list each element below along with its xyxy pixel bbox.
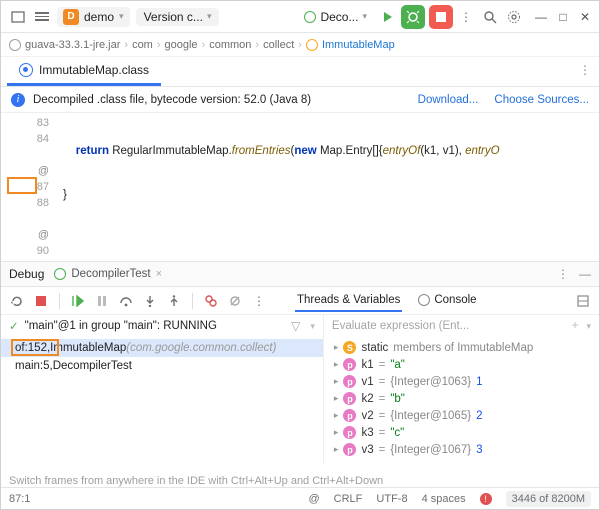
debug-toolwindow-header: Debug DecompilerTest × ⋮ ― (1, 261, 599, 287)
info-icon: i (11, 93, 25, 107)
jar-icon (9, 39, 21, 51)
check-icon: ✓ (9, 319, 19, 333)
more-run-icon[interactable]: ⋮ (457, 8, 475, 26)
banner-text: Decompiled .class file, bytecode version… (33, 94, 311, 106)
close-session-icon[interactable]: × (156, 268, 162, 280)
gutter-highlight (7, 177, 37, 194)
error-badge-icon[interactable]: ! (480, 493, 492, 505)
tab-more-icon[interactable]: ⋮ (579, 63, 591, 77)
choose-sources-link[interactable]: Choose Sources... (494, 94, 589, 106)
maximize-button[interactable]: □ (557, 11, 569, 23)
run-config-icon (304, 11, 316, 23)
encoding-widget[interactable]: UTF-8 (376, 493, 407, 505)
variable-row[interactable]: ▸pv2 = {Integer@1065} 2 (328, 407, 595, 424)
tip-text: Switch frames from anywhere in the IDE w… (9, 475, 383, 487)
annotation-icon (306, 39, 318, 51)
breadcrumb[interactable]: guava-33.3.1-jre.jar› com› google› commo… (1, 33, 599, 57)
vcs-widget[interactable]: Version c... ▾ (136, 8, 220, 26)
variable-row[interactable]: ▸Sstatic members of ImmutableMap (328, 339, 595, 356)
project-letter-icon: D (63, 9, 79, 25)
minimize-button[interactable]: ― (535, 11, 547, 23)
search-icon[interactable] (481, 8, 499, 26)
variable-row[interactable]: ▸pv3 = {Integer@1067} 3 (328, 441, 595, 458)
project-selector[interactable]: D demo ▾ (57, 7, 130, 27)
pause-icon[interactable] (92, 291, 112, 311)
code-editor[interactable]: 83 84 @ 87 88 @ 90 return RegularImmutab… (1, 113, 599, 261)
variable-row[interactable]: ▸pk2 = "b" (328, 390, 595, 407)
memory-indicator[interactable]: 3446 of 8200M (506, 491, 591, 507)
step-into-icon[interactable] (140, 291, 160, 311)
hamburger-icon[interactable] (33, 8, 51, 26)
param-badge-icon: p (343, 358, 356, 371)
debug-more-actions-icon[interactable]: ⋮ (249, 291, 269, 311)
frame-highlight (11, 339, 59, 356)
variables-panel: Evaluate expression (Ent... + ▾ ▸Sstatic… (324, 315, 599, 463)
resume-icon[interactable] (68, 291, 88, 311)
mute-breakpoints-icon[interactable] (225, 291, 245, 311)
caret-position[interactable]: 87:1 (9, 493, 30, 505)
minimize-tool-icon[interactable]: ― (579, 267, 591, 281)
frames-panel: ✓ "main"@1 in group "main": RUNNING ▽ ▾ … (1, 315, 324, 463)
line-sep-widget[interactable]: CRLF (334, 493, 363, 505)
param-badge-icon: p (343, 392, 356, 405)
indent-widget[interactable]: 4 spaces (422, 493, 466, 505)
rerun-icon[interactable] (7, 291, 27, 311)
variable-row[interactable]: ▸pv1 = {Integer@1063} 1 (328, 373, 595, 390)
debug-toolbar: ⋮ Threads & Variables Console (1, 287, 599, 315)
gear-icon[interactable] (505, 8, 523, 26)
param-badge-icon: p (343, 443, 356, 456)
project-name: demo (84, 10, 114, 24)
param-badge-icon: p (343, 426, 356, 439)
step-out-icon[interactable] (164, 291, 184, 311)
download-link[interactable]: Download... (418, 94, 479, 106)
static-badge-icon: S (343, 341, 356, 354)
tab-immutablemap[interactable]: ImmutableMap.class (7, 57, 161, 86)
variable-list[interactable]: ▸Sstatic members of ImmutableMap ▸pk1 = … (324, 337, 599, 460)
editor-tabs: ImmutableMap.class ⋮ (1, 57, 599, 87)
class-icon (19, 63, 33, 77)
stack-frame[interactable]: main:5, DecompilerTest (1, 357, 323, 375)
filter-icon[interactable]: ▽ (291, 319, 300, 333)
session-icon (54, 268, 66, 280)
vars-dropdown-icon[interactable]: ▾ (586, 321, 591, 332)
debug-body: ✓ "main"@1 in group "main": RUNNING ▽ ▾ … (1, 315, 599, 463)
main-toolbar: D demo ▾ Version c... ▾ Deco... ▾ ⋮ ― □ … (1, 1, 599, 33)
stop-button[interactable] (429, 5, 453, 29)
param-badge-icon: p (343, 409, 356, 422)
gutter: 83 84 @ 87 88 @ 90 (1, 113, 59, 261)
run-icon[interactable] (379, 8, 397, 26)
step-over-icon[interactable] (116, 291, 136, 311)
stack-frame[interactable]: of:152, ImmutableMap (com.google.common.… (1, 339, 323, 357)
variable-row[interactable]: ▸pk1 = "a" (328, 356, 595, 373)
evaluate-input[interactable]: Evaluate expression (Ent... (332, 320, 564, 332)
stop-debug-icon[interactable] (31, 291, 51, 311)
decompile-banner: i Decompiled .class file, bytecode versi… (1, 87, 599, 113)
layout-icon[interactable] (573, 291, 593, 311)
thread-dropdown-icon[interactable]: ▾ (310, 321, 315, 332)
add-watch-icon[interactable]: + (572, 320, 579, 332)
variable-row[interactable]: ▸pk3 = "c" (328, 424, 595, 441)
debug-title: Debug (9, 267, 44, 281)
debug-more-icon[interactable]: ⋮ (557, 267, 569, 281)
run-config-selector[interactable]: Deco... ▾ (298, 8, 373, 26)
breakpoints-icon[interactable] (201, 291, 221, 311)
close-window-button[interactable]: ✕ (579, 11, 591, 23)
debug-session-tab[interactable]: DecompilerTest × (54, 268, 162, 280)
threads-tab[interactable]: Threads & Variables (295, 290, 402, 312)
frame-list[interactable]: of:152, ImmutableMap (com.google.common.… (1, 337, 323, 377)
status-bar: 87:1 @ CRLF UTF-8 4 spaces ! 3446 of 820… (1, 487, 599, 509)
annotation-icon[interactable]: @ (309, 493, 320, 505)
console-tab[interactable]: Console (416, 290, 478, 312)
thread-selector[interactable]: ✓ "main"@1 in group "main": RUNNING ▽ ▾ (1, 315, 323, 337)
project-tool-icon[interactable] (9, 8, 27, 26)
code-area[interactable]: return RegularImmutableMap.fromEntries(n… (59, 113, 599, 261)
param-badge-icon: p (343, 375, 356, 388)
debug-button[interactable] (401, 5, 425, 29)
